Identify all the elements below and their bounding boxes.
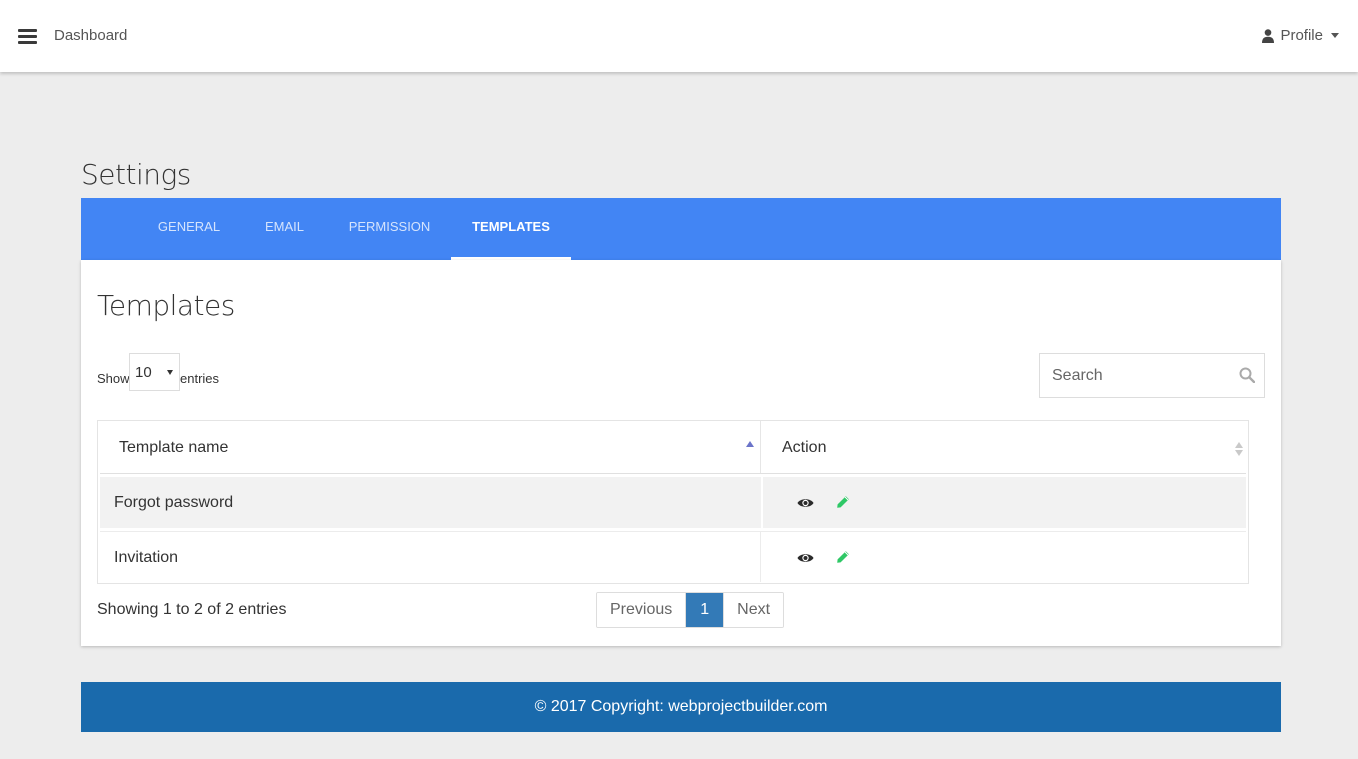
hamburger-icon[interactable] xyxy=(18,29,37,45)
template-name: Forgot password xyxy=(114,494,234,511)
table-row: Forgot password xyxy=(100,477,1246,528)
search-input[interactable] xyxy=(1040,354,1230,397)
show-label: Show xyxy=(97,371,130,386)
page-1-button[interactable]: 1 xyxy=(686,593,724,627)
table-row: Invitation xyxy=(100,531,1246,582)
search-icon[interactable] xyxy=(1239,367,1256,388)
tab-templates[interactable]: TEMPLATES xyxy=(451,198,571,260)
site-link[interactable]: webprojectbuilder.com xyxy=(668,698,827,715)
entries-per-page-select[interactable]: 10 xyxy=(129,353,180,391)
search-box xyxy=(1039,353,1265,398)
sort-ascending-icon xyxy=(746,441,754,447)
template-name-cell: Invitation xyxy=(100,532,761,582)
profile-label: Profile xyxy=(1280,27,1323,44)
profile-dropdown[interactable]: Profile xyxy=(1262,27,1339,44)
chevron-down-icon xyxy=(167,370,173,375)
action-cell xyxy=(761,477,1246,528)
tab-email[interactable]: EMAIL xyxy=(244,198,325,260)
tab-general[interactable]: GENERAL xyxy=(137,198,241,260)
table-info: Showing 1 to 2 of 2 entries xyxy=(97,601,287,618)
page-footer: © 2017 Copyright: webprojectbuilder.com xyxy=(81,682,1281,732)
tab-permission[interactable]: PERMISSION xyxy=(331,198,448,260)
dashboard-link[interactable]: Dashboard xyxy=(54,27,127,44)
table-header-row: Template name Action xyxy=(100,421,1246,474)
entries-label: entries xyxy=(180,371,220,386)
template-name-cell: Forgot password xyxy=(100,477,761,528)
eye-icon[interactable] xyxy=(797,551,814,569)
action-cell xyxy=(761,532,1246,582)
template-name: Invitation xyxy=(114,549,179,566)
pencil-icon[interactable] xyxy=(836,495,850,514)
page-title: Settings xyxy=(81,158,191,191)
templates-table: Template name Action Forgot password Inv… xyxy=(97,420,1249,584)
column-header-template-name[interactable]: Template name xyxy=(100,421,761,473)
settings-tabs: GENERAL EMAIL PERMISSION TEMPLATES xyxy=(81,198,1281,260)
copyright-text: © 2017 Copyright: xyxy=(534,698,669,715)
chevron-down-icon xyxy=(1331,33,1339,38)
pencil-icon[interactable] xyxy=(836,550,850,569)
user-icon xyxy=(1262,28,1275,43)
entries-per-page-value: 10 xyxy=(135,364,152,381)
previous-page-button[interactable]: Previous xyxy=(597,593,687,627)
top-navbar: Dashboard Profile xyxy=(0,0,1358,72)
column-header-action[interactable]: Action xyxy=(761,421,1246,473)
templates-card: Templates Show 10 entries Template name … xyxy=(81,260,1281,646)
eye-icon[interactable] xyxy=(797,496,814,514)
next-page-button[interactable]: Next xyxy=(723,593,784,627)
sort-icon xyxy=(1235,442,1243,456)
card-title: Templates xyxy=(97,289,235,322)
pagination: Previous 1 Next xyxy=(596,592,785,628)
